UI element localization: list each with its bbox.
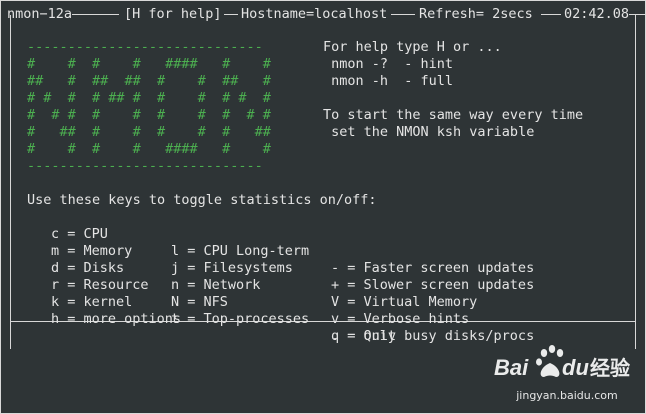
banner-line: # # # # #### # #	[27, 56, 271, 72]
svg-text:Bai: Bai	[494, 355, 529, 380]
refresh-rate: Refresh= 2secs	[419, 6, 533, 23]
key-cpu[interactable]: c = CPU	[51, 226, 108, 243]
help-line: For help type H or ...	[323, 39, 502, 55]
banner-line: # # # # #### # #	[27, 141, 271, 157]
banner-line: -----------------------------	[27, 39, 263, 55]
key-row: h = more options q = Quit	[1, 294, 396, 362]
keys-heading: Use these keys to toggle statistics on/o…	[27, 192, 377, 208]
key-kernel[interactable]: k = kernel	[51, 294, 132, 311]
banner-line: ## # ## ## # # ## #	[27, 73, 271, 89]
key-virtual-memory[interactable]: V = Virtual Memory	[331, 294, 477, 311]
svg-text:经验: 经验	[590, 356, 630, 380]
nmon-version: nmon−12a	[7, 6, 73, 23]
nmon-title-bar: nmon−12a [H for help] Hostname=localhost…	[1, 6, 645, 23]
banner-line: # ## # # # # # ##	[27, 124, 271, 140]
title-rule	[541, 14, 561, 15]
key-filesystems[interactable]: j = Filesystems	[171, 260, 293, 277]
help-line: nmon -h - full	[323, 73, 454, 89]
key-memory[interactable]: m = Memory	[51, 243, 132, 260]
banner-line: # # # # ## # # # # # #	[27, 90, 271, 106]
clock-time: 02:42.08	[564, 6, 630, 23]
key-network[interactable]: n = Network	[171, 277, 260, 294]
svg-text:du: du	[562, 355, 589, 380]
watermark-url: jingyan.baidu.com	[516, 389, 618, 402]
title-rule	[224, 14, 238, 15]
key-more-options[interactable]: h = more options	[51, 311, 181, 328]
key-resource[interactable]: r = Resource	[51, 277, 149, 294]
key-faster-updates[interactable]: - = Faster screen updates	[331, 260, 534, 277]
key-disks[interactable]: d = Disks	[51, 260, 124, 277]
help-line: nmon -? - hint	[323, 56, 454, 72]
banner-line: # # # # # # # # # #	[27, 107, 271, 123]
key-verbose-hints[interactable]: v = Verbose hints	[331, 311, 469, 328]
key-quit[interactable]: q = Quit	[331, 328, 396, 345]
help-line: To start the same way every time	[323, 107, 584, 123]
title-rule	[391, 14, 415, 15]
help-line: set the NMON ksh variable	[323, 124, 535, 140]
baidu-logo-icon: Bai du 经验	[494, 345, 630, 380]
title-rule	[67, 14, 119, 15]
banner-line: -----------------------------	[27, 158, 263, 174]
key-nfs[interactable]: N = NFS	[171, 294, 228, 311]
key-cpu-long-term[interactable]: l = CPU Long-term	[171, 243, 309, 260]
key-top-processes[interactable]: t = Top-processes	[171, 311, 309, 328]
key-slower-updates[interactable]: + = Slower screen updates	[331, 277, 534, 294]
title-rule	[628, 14, 645, 15]
right-border	[635, 15, 636, 349]
hostname: Hostname=localhost	[241, 6, 388, 23]
baidu-jingyan-watermark: Bai du 经验 jingyan.baidu.com	[494, 341, 640, 407]
nmon-terminal[interactable]: nmon−12a [H for help] Hostname=localhost…	[1, 1, 645, 413]
help-prompt: [H for help]	[124, 6, 222, 23]
